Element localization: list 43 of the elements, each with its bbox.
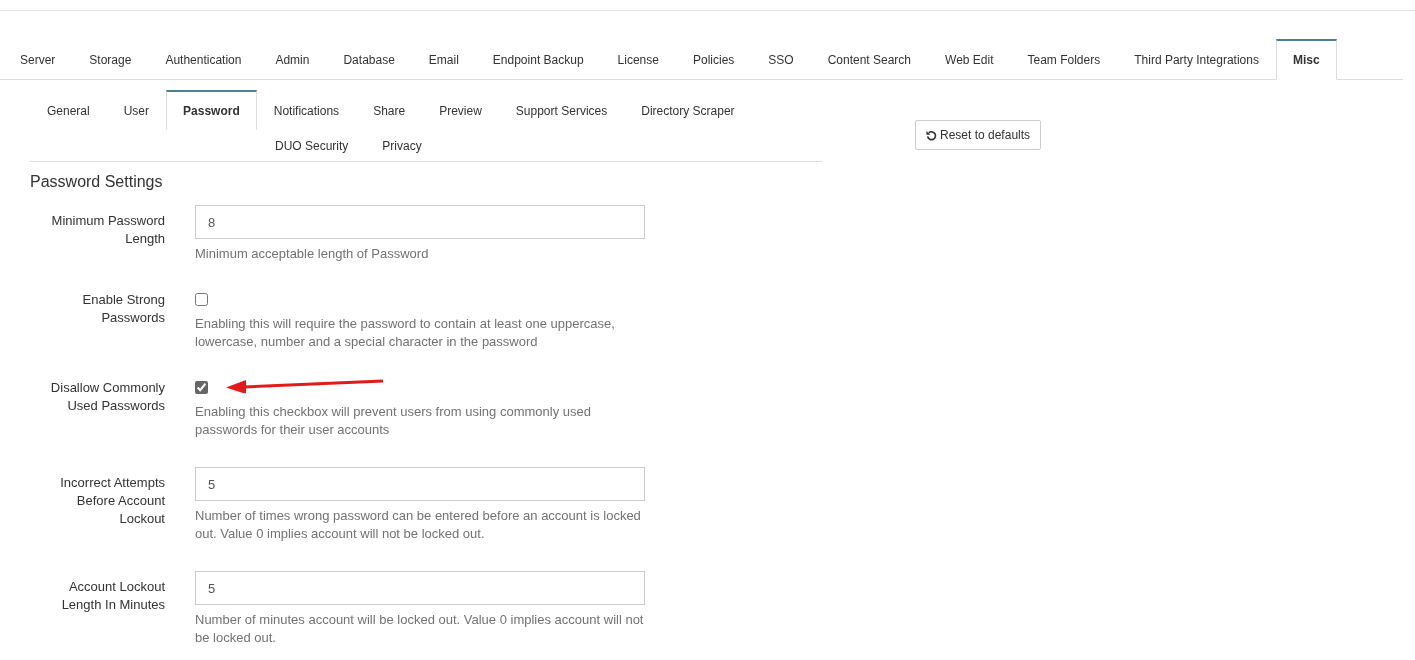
- field-label: Enable Strong Passwords: [81, 291, 165, 327]
- tab[interactable]: Notifications: [256, 91, 357, 130]
- input-field[interactable]: 8: [195, 205, 645, 239]
- tab[interactable]: Email: [411, 40, 476, 80]
- tab[interactable]: Web Edit: [928, 40, 1011, 80]
- tab[interactable]: Endpoint Backup: [475, 40, 601, 80]
- tab[interactable]: Policies: [675, 40, 752, 80]
- tab[interactable]: Authentication: [148, 40, 259, 80]
- tab[interactable]: DUO Security: [258, 130, 366, 161]
- help-text: Enabling this checkbox will prevent users from using commonly used passwords for their user accounts: [195, 403, 592, 439]
- tab[interactable]: Server: [3, 40, 73, 80]
- field-label: Disallow Commonly Used Passwords: [49, 379, 165, 415]
- tab[interactable]: Content Search: [810, 40, 929, 80]
- tab[interactable]: Share: [356, 91, 423, 130]
- tab[interactable]: SSO: [751, 40, 811, 80]
- help-text: Number of minutes account will be locked out. Value 0 implies account will not be locked out.: [195, 611, 645, 647]
- section-title: Password Settings: [30, 173, 164, 191]
- help-text: Minimum acceptable length of Password: [195, 245, 430, 263]
- checkbox[interactable]: [195, 381, 208, 394]
- tab[interactable]: Storage: [72, 40, 149, 80]
- checkbox[interactable]: [195, 293, 208, 306]
- field-label: Account Lockout Length In Minutes: [60, 578, 165, 614]
- input-field[interactable]: 5: [195, 571, 645, 605]
- tab[interactable]: Misc: [1275, 39, 1337, 80]
- field-label: Incorrect Attempts Before Account Lockout: [59, 474, 165, 528]
- tab[interactable]: Preview: [422, 91, 499, 130]
- help-text: Number of times wrong password can be entered before an account is locked out. Value 0 implies account will not be locked out.: [195, 507, 642, 543]
- tab[interactable]: Password: [166, 90, 257, 130]
- tab[interactable]: Team Folders: [1010, 40, 1118, 80]
- tab[interactable]: License: [600, 40, 676, 80]
- tab[interactable]: Directory Scraper: [624, 91, 752, 130]
- help-text: Enabling this will require the password to contain at least one uppercase, lowercase, number and a special character in the password: [195, 315, 616, 351]
- tab[interactable]: Third Party Integrations: [1117, 40, 1276, 80]
- tab[interactable]: General: [30, 91, 107, 130]
- field-label: Minimum Password Length: [50, 212, 165, 248]
- tab[interactable]: Database: [326, 40, 412, 80]
- tab[interactable]: Support Services: [498, 91, 625, 130]
- reset-button[interactable]: Reset to defaults: [915, 120, 1042, 150]
- tab[interactable]: User: [106, 91, 167, 130]
- tab[interactable]: Privacy: [365, 130, 439, 161]
- reset-icon: [926, 129, 937, 141]
- tab[interactable]: Admin: [258, 40, 327, 80]
- input-field[interactable]: 5: [195, 467, 645, 501]
